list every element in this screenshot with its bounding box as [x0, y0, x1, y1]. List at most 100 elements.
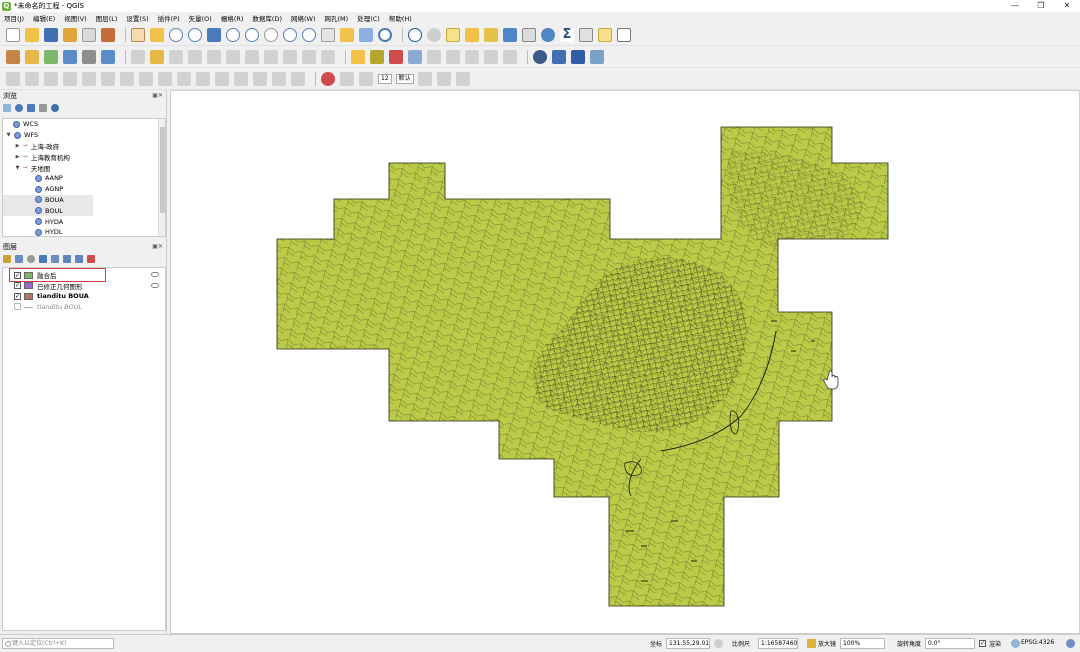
- select-by-value-icon[interactable]: [465, 27, 479, 42]
- undo-icon[interactable]: [302, 49, 316, 64]
- add-part-icon[interactable]: [101, 71, 115, 86]
- delete-ring-icon[interactable]: [139, 71, 153, 86]
- new-project-icon[interactable]: [6, 27, 20, 42]
- new-print-layout-icon[interactable]: [63, 27, 77, 42]
- render-checkbox[interactable]: ✓: [979, 640, 986, 647]
- layout-manager-icon[interactable]: [82, 27, 96, 42]
- menu-processing[interactable]: 处理(C): [357, 13, 380, 23]
- filter-legend-icon[interactable]: [39, 255, 47, 263]
- layer-row-fixed-geometry[interactable]: ✓ 已修正几何图形: [3, 281, 165, 292]
- annotation-more-icon[interactable]: [455, 71, 470, 86]
- merge-features-icon[interactable]: [253, 71, 267, 86]
- collapse-all-icon[interactable]: [75, 255, 83, 263]
- refresh-icon[interactable]: [378, 27, 392, 42]
- locator-input[interactable]: 键入以定位(Ctrl+K): [2, 638, 114, 649]
- current-edits-icon[interactable]: [131, 49, 145, 64]
- pin-labels-icon[interactable]: [389, 49, 403, 64]
- tree-item-aanp[interactable]: AANP: [3, 173, 165, 184]
- delete-part-icon[interactable]: [158, 71, 172, 86]
- split-parts-icon[interactable]: [234, 71, 248, 86]
- refresh-icon[interactable]: [15, 104, 23, 112]
- scrollbar-thumb[interactable]: [160, 127, 165, 213]
- tree-item-wcs[interactable]: WCS: [3, 119, 165, 130]
- snapping-icon[interactable]: [321, 71, 335, 86]
- manage-themes-icon[interactable]: [27, 255, 35, 263]
- menu-raster[interactable]: 栅格(R): [221, 13, 244, 23]
- layer-visibility-checkbox[interactable]: ✓: [14, 292, 21, 300]
- simplify-feature-icon[interactable]: [63, 71, 77, 86]
- layer-visibility-checkbox[interactable]: [14, 303, 21, 311]
- statistics-icon[interactable]: Σ: [560, 27, 574, 42]
- new-spatialite-icon[interactable]: [63, 49, 77, 64]
- add-group-icon[interactable]: [15, 255, 23, 263]
- attribute-table-icon[interactable]: [503, 27, 517, 42]
- text-annotation-icon[interactable]: [617, 27, 631, 42]
- diagram-icon[interactable]: [503, 49, 517, 64]
- layer-indicator-icon[interactable]: [151, 272, 159, 277]
- close-button[interactable]: ✕: [1054, 0, 1080, 12]
- new-virtual-layer-icon[interactable]: [82, 49, 96, 64]
- annotation-cancel-icon[interactable]: [436, 71, 451, 86]
- measure-icon[interactable]: [579, 27, 593, 42]
- layer-row-tianditu-boul[interactable]: tianditu BOUL: [3, 302, 165, 313]
- pan-icon[interactable]: [131, 27, 145, 42]
- save-edits-icon[interactable]: [169, 49, 183, 64]
- new-map-view-icon[interactable]: [321, 27, 335, 42]
- layer-row-merged[interactable]: ✓ 融合后: [3, 268, 165, 282]
- expand-all-icon[interactable]: [63, 255, 71, 263]
- zoom-out-icon[interactable]: [188, 27, 202, 42]
- rotate-label-icon[interactable]: [446, 49, 460, 64]
- identify-icon[interactable]: [408, 27, 422, 42]
- copy-features-icon[interactable]: [264, 49, 278, 64]
- font-select[interactable]: 默认: [395, 73, 414, 84]
- scale-field[interactable]: 1:16587460: [758, 638, 798, 649]
- panel-dock-buttons[interactable]: ▣✕: [152, 92, 163, 99]
- coord-toggle-icon[interactable]: [714, 639, 723, 648]
- reshape-icon[interactable]: [177, 71, 191, 86]
- redo-icon[interactable]: [321, 49, 335, 64]
- map-tips-icon[interactable]: [598, 27, 612, 42]
- tree-item-shanghai-edu[interactable]: ▶ ⤙ 上海教育机构: [3, 151, 165, 162]
- rotate-symbols-icon[interactable]: [291, 71, 305, 86]
- processing-toolbox-icon[interactable]: [541, 27, 555, 42]
- tree-item-wfs[interactable]: ▼ WFS: [3, 130, 165, 141]
- change-label-icon[interactable]: [465, 49, 479, 64]
- label-tool-icon[interactable]: [351, 49, 365, 64]
- select-features-icon[interactable]: [446, 27, 460, 42]
- python-console-icon[interactable]: [552, 49, 566, 64]
- chevron-right-icon[interactable]: ▶: [14, 143, 21, 149]
- coord-field[interactable]: 131.55,29.01: [666, 638, 710, 649]
- actions-icon[interactable]: [427, 27, 441, 42]
- new-shapefile-icon[interactable]: [44, 49, 58, 64]
- highlight-labels-icon[interactable]: [408, 49, 422, 64]
- rotate-feature-icon[interactable]: [44, 71, 58, 86]
- properties-icon[interactable]: [51, 104, 59, 112]
- pan-to-selection-icon[interactable]: [150, 27, 164, 42]
- tree-item-hyda[interactable]: HYDA: [3, 216, 165, 227]
- maximize-button[interactable]: ❐: [1028, 0, 1054, 12]
- layer-row-tianditu-boua[interactable]: ✓ tianditu BOUA: [3, 291, 165, 302]
- data-source-manager-icon[interactable]: [6, 49, 20, 64]
- menu-vector[interactable]: 矢量(O): [189, 13, 212, 23]
- deselect-icon[interactable]: [484, 27, 498, 42]
- topology-icon[interactable]: [359, 71, 373, 86]
- bookmark-icon[interactable]: [340, 27, 354, 42]
- remove-layer-icon[interactable]: [87, 255, 95, 263]
- offset-curve-icon[interactable]: [196, 71, 210, 86]
- minimize-button[interactable]: —: [1002, 0, 1028, 12]
- rotation-field[interactable]: 0.0°: [925, 638, 975, 649]
- messages-icon[interactable]: [1066, 639, 1075, 648]
- show-bookmarks-icon[interactable]: [359, 27, 373, 42]
- digitize-icon[interactable]: [6, 71, 20, 86]
- tracing-icon[interactable]: [340, 71, 354, 86]
- style-dock-icon[interactable]: [3, 255, 11, 263]
- lock-scale-icon[interactable]: [807, 639, 816, 648]
- add-vector-layer-icon[interactable]: [101, 49, 115, 64]
- layer-labeling-icon[interactable]: [370, 49, 384, 64]
- layer-indicator-icon[interactable]: [151, 282, 159, 288]
- menu-web[interactable]: 网络(W): [291, 13, 316, 23]
- menu-mesh[interactable]: 网孔(M): [325, 13, 349, 23]
- new-geopackage-icon[interactable]: [25, 49, 39, 64]
- annotation-line-icon[interactable]: [417, 71, 432, 86]
- chevron-down-icon[interactable]: ▼: [14, 165, 21, 171]
